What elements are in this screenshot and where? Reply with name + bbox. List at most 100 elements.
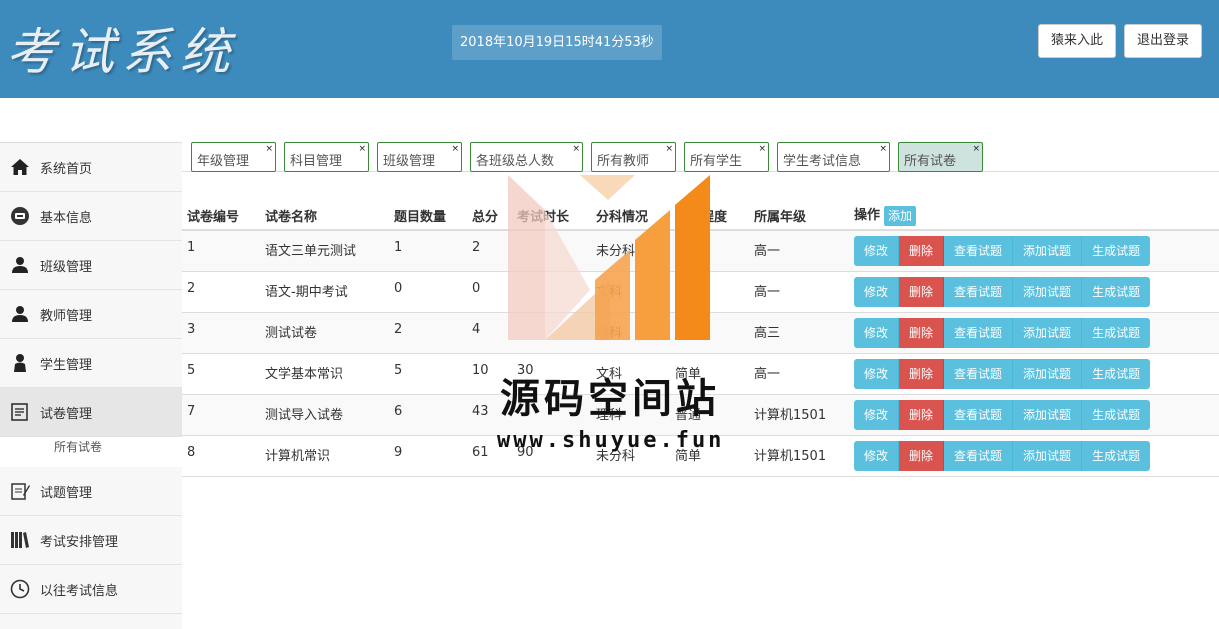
generate-questions-button[interactable]: 生成试题 [1082, 277, 1151, 307]
table-cell: 理科 [596, 326, 623, 341]
row-actions: 修改 删除 查看试题 添加试题 生成试题 [854, 318, 1151, 348]
user-icon [10, 304, 30, 324]
sidebar-item-question[interactable]: 试题管理 [0, 467, 182, 516]
sidebar-item-exam-schedule[interactable]: 考试安排管理 [0, 516, 182, 565]
edit-button[interactable]: 修改 [854, 400, 900, 430]
tab-papers[interactable]: 所有试卷 × [898, 142, 983, 172]
col-header: 总分 [472, 210, 499, 225]
table-cell: 计算机1501 [754, 449, 827, 464]
clock-display: 2018年10月19日15时41分53秒 [452, 25, 662, 60]
table-cell: 高三 [754, 326, 781, 341]
sidebar-item-label: 教师管理 [40, 308, 93, 324]
view-questions-button[interactable]: 查看试题 [944, 400, 1014, 430]
edit-icon [10, 402, 30, 422]
view-questions-button[interactable]: 查看试题 [944, 277, 1014, 307]
close-icon[interactable]: × [572, 144, 580, 154]
view-questions-button[interactable]: 查看试题 [944, 359, 1014, 389]
close-icon[interactable]: × [451, 144, 459, 154]
tab-class-count[interactable]: 各班级总人数 × [470, 142, 583, 172]
table-cell: 2 [394, 322, 403, 337]
add-questions-button[interactable]: 添加试题 [1013, 359, 1083, 389]
edit-button[interactable]: 修改 [854, 359, 900, 389]
watermark-text: 源码空间站 [500, 376, 720, 422]
sidebar-item-info[interactable]: 基本信息 [0, 192, 182, 241]
tab-grade[interactable]: 年级管理 × [191, 142, 276, 172]
tab-subject[interactable]: 科目管理 × [284, 142, 369, 172]
edit-button[interactable]: 修改 [854, 236, 900, 266]
table-cell: 计算机1501 [754, 408, 827, 423]
generate-questions-button[interactable]: 生成试题 [1082, 359, 1151, 389]
table-cell: 文学基本常识 [265, 367, 344, 382]
close-icon[interactable]: × [665, 144, 673, 154]
col-header: 试卷编号 [187, 210, 240, 225]
sidebar-item-history[interactable]: 以往考试信息 [0, 565, 182, 614]
sidebar-item-label: 系统首页 [40, 161, 93, 177]
tab-teachers[interactable]: 所有教师 × [591, 142, 676, 172]
sidebar-item-teacher[interactable]: 教师管理 [0, 290, 182, 339]
add-questions-button[interactable]: 添加试题 [1013, 318, 1083, 348]
table-row: 2 语文-期中考试 0 0 文科 高一 修改 删除 查看试题 添加试题 生成试题 [182, 272, 1219, 313]
table-cell: 2 [472, 240, 481, 255]
sidebar-item-label: 试题管理 [40, 485, 93, 501]
close-icon[interactable]: × [758, 144, 766, 154]
generate-questions-button[interactable]: 生成试题 [1082, 236, 1151, 266]
add-questions-button[interactable]: 添加试题 [1013, 277, 1083, 307]
table-cell: 高一 [754, 285, 781, 300]
row-actions: 修改 删除 查看试题 添加试题 生成试题 [854, 359, 1151, 389]
row-actions: 修改 删除 查看试题 添加试题 生成试题 [854, 277, 1151, 307]
table-cell: 测试试卷 [265, 326, 318, 341]
add-questions-button[interactable]: 添加试题 [1013, 236, 1083, 266]
sidebar-item-class[interactable]: 班级管理 [0, 241, 182, 290]
delete-button[interactable]: 删除 [899, 277, 945, 307]
table-cell: 9 [394, 445, 403, 460]
table-row: 3 测试试卷 2 4 理科 简 高三 修改 删除 查看试题 添加试题 生成试题 [182, 313, 1219, 354]
delete-button[interactable]: 删除 [899, 318, 945, 348]
close-icon[interactable]: × [879, 144, 887, 154]
delete-button[interactable]: 删除 [899, 400, 945, 430]
app-logo: 考试系统 [6, 23, 238, 81]
add-paper-button[interactable]: 添加 [884, 205, 917, 226]
tab-class[interactable]: 班级管理 × [377, 142, 462, 172]
tab-label: 所有学生 [690, 154, 743, 169]
generate-questions-button[interactable]: 生成试题 [1082, 441, 1151, 471]
sidebar-subitem-all-papers[interactable]: 所有试卷 [0, 437, 182, 467]
sidebar-item-home[interactable]: 系统首页 [0, 143, 182, 192]
table-cell: 0 [394, 281, 403, 296]
table-cell: 5 [187, 363, 196, 378]
view-questions-button[interactable]: 查看试题 [944, 441, 1014, 471]
edit-button[interactable]: 修改 [854, 318, 900, 348]
close-icon[interactable]: × [358, 144, 366, 154]
tab-students[interactable]: 所有学生 × [684, 142, 769, 172]
guess-button[interactable]: 猿来入此 [1038, 24, 1117, 58]
table-cell: 8 [187, 445, 196, 460]
generate-questions-button[interactable]: 生成试题 [1082, 318, 1151, 348]
generate-questions-button[interactable]: 生成试题 [1082, 400, 1151, 430]
add-questions-button[interactable]: 添加试题 [1013, 400, 1083, 430]
table-cell: 2 [187, 281, 196, 296]
sidebar-item-student[interactable]: 学生管理 [0, 339, 182, 388]
table-cell: 1 [187, 240, 196, 255]
view-questions-button[interactable]: 查看试题 [944, 318, 1014, 348]
col-header: 试卷名称 [265, 210, 318, 225]
view-questions-button[interactable]: 查看试题 [944, 236, 1014, 266]
delete-button[interactable]: 删除 [899, 359, 945, 389]
close-icon[interactable]: × [972, 144, 980, 154]
pen-icon [10, 481, 30, 501]
sidebar-item-paper[interactable]: 试卷管理 [0, 388, 182, 437]
tab-exam-info[interactable]: 学生考试信息 × [777, 142, 890, 172]
edit-button[interactable]: 修改 [854, 441, 900, 471]
close-icon[interactable]: × [265, 144, 273, 154]
col-header: 所属年级 [754, 210, 807, 225]
delete-button[interactable]: 删除 [899, 441, 945, 471]
sidebar-item-label: 基本信息 [40, 210, 93, 226]
tab-label: 所有试卷 [904, 154, 957, 169]
table-cell: 4 [472, 322, 481, 337]
col-header-ops: 操作 添加 [854, 204, 917, 226]
table-row: 1 语文三单元测试 1 2 未分科 高一 修改 删除 查看试题 添加试题 生成试题 [182, 231, 1219, 272]
add-questions-button[interactable]: 添加试题 [1013, 441, 1083, 471]
table-cell: 未分科 [596, 244, 636, 259]
delete-button[interactable]: 删除 [899, 236, 945, 266]
edit-button[interactable]: 修改 [854, 277, 900, 307]
clock-icon [10, 579, 30, 599]
logout-button[interactable]: 退出登录 [1124, 24, 1203, 58]
